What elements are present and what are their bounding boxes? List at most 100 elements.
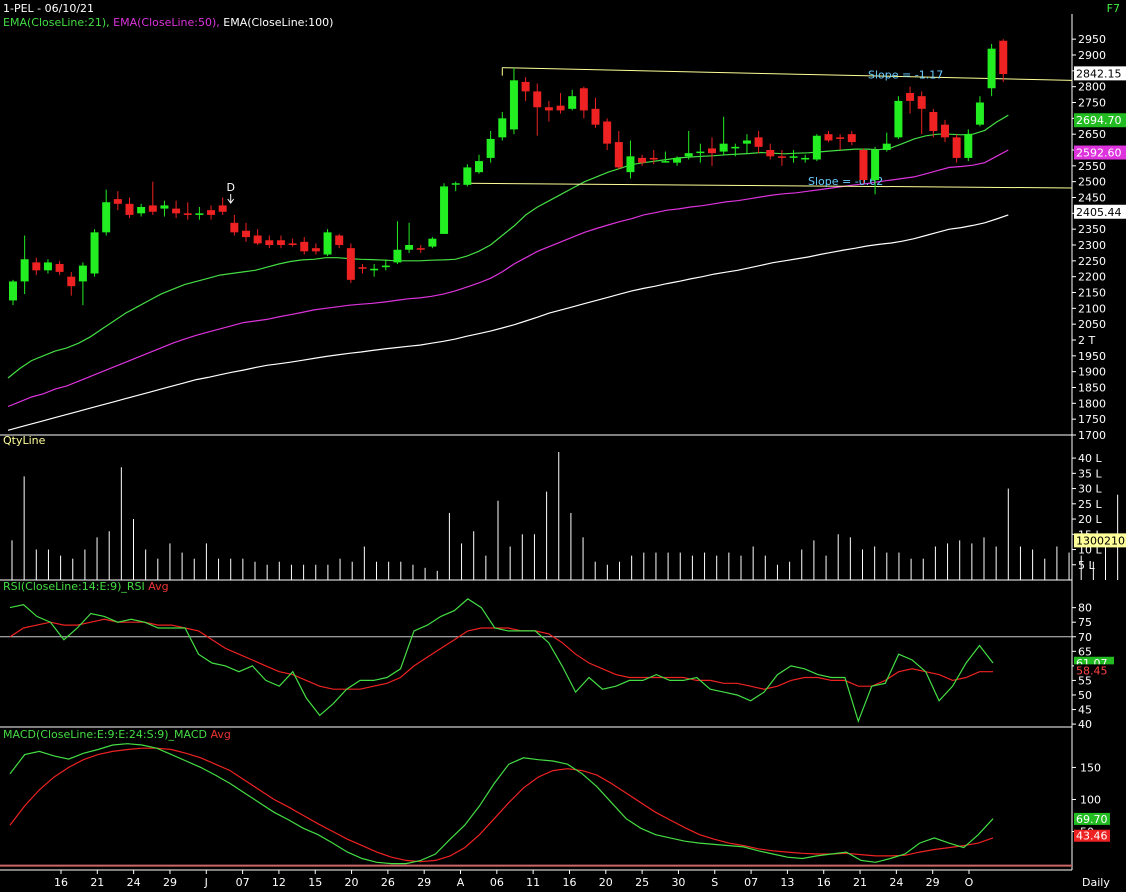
annotation-label: D — [226, 181, 234, 194]
candle-body — [556, 105, 565, 111]
candle-body — [463, 167, 472, 185]
candle-body — [952, 137, 961, 158]
price-tick-label: 1700 — [1078, 429, 1106, 442]
candle-body — [381, 265, 390, 268]
candle-body — [393, 249, 402, 263]
candle-body — [766, 150, 775, 157]
x-tick-label: 07 — [744, 876, 758, 889]
rsi-tick-label: 75 — [1078, 616, 1092, 629]
candle-body — [614, 142, 623, 168]
x-tick-label: 11 — [526, 876, 540, 889]
candle-body — [358, 267, 367, 269]
x-tick-label: 13 — [780, 876, 794, 889]
candle-body — [719, 143, 728, 152]
price-tick-label: 1900 — [1078, 366, 1106, 379]
macd-line — [9, 743, 994, 865]
price-tag: 2694.70 — [1076, 114, 1122, 127]
x-tick-label: J — [204, 876, 208, 889]
candle-body — [207, 210, 216, 215]
rsi-tick-label: 50 — [1078, 689, 1092, 702]
volume-tick-label: 25 L — [1078, 498, 1102, 511]
candle-body — [67, 276, 76, 287]
x-tick-label: O — [965, 876, 974, 889]
candle-body — [964, 134, 973, 158]
price-tick-label: 2250 — [1078, 255, 1106, 268]
candle-body — [242, 230, 250, 238]
candle-body — [265, 240, 274, 245]
candle-body — [218, 205, 227, 212]
rsi-line — [9, 598, 994, 724]
x-tick-label: 07 — [236, 876, 250, 889]
stock-chart[interactable]: 2950290028502800275027002650260025502500… — [0, 0, 1126, 892]
price-tick-label: 2550 — [1078, 160, 1106, 173]
candle-body — [276, 240, 285, 245]
candle-body — [428, 238, 437, 247]
price-tag: 2405.44 — [1076, 206, 1122, 219]
candle-body — [975, 102, 984, 125]
candle-body — [661, 161, 670, 163]
ema21-line — [7, 114, 1009, 379]
price-tick-label: 1800 — [1078, 397, 1106, 410]
x-tick-label: 21 — [853, 876, 867, 889]
x-tick-label: 30 — [671, 876, 685, 889]
candle-body — [824, 134, 833, 141]
candle-body — [137, 207, 146, 214]
candle-body — [172, 208, 181, 214]
candle-body — [335, 235, 344, 245]
candle-body — [941, 124, 949, 138]
candle-body — [626, 156, 635, 173]
candle-body — [323, 232, 332, 255]
price-tick-label: 2300 — [1078, 239, 1106, 252]
rsi-tick-label: 40 — [1078, 718, 1092, 731]
x-tick-label: 12 — [272, 876, 286, 889]
candle-body — [416, 248, 425, 250]
x-tick-label: 24 — [889, 876, 903, 889]
candle-body — [859, 150, 868, 181]
candle-body — [999, 40, 1008, 74]
x-tick-label: 26 — [381, 876, 395, 889]
candle-body — [649, 157, 658, 160]
rsi-tick-label: 45 — [1078, 704, 1092, 717]
x-tick-label: 06 — [490, 876, 504, 889]
candle-body — [102, 202, 111, 233]
candle-body — [160, 205, 169, 209]
price-tick-label: 2150 — [1078, 287, 1106, 300]
price-tick-label: 2900 — [1078, 49, 1106, 62]
candle-body — [300, 241, 309, 252]
candle-body — [20, 259, 29, 282]
x-tick-label: 16 — [54, 876, 68, 889]
candle-body — [486, 138, 495, 158]
candle-body — [125, 203, 134, 215]
macd-signal-line — [9, 747, 994, 863]
x-tick-label: 16 — [817, 876, 831, 889]
x-tick-label: 20 — [599, 876, 613, 889]
trendline — [502, 67, 1073, 81]
rsi-tag: 58.45 — [1076, 664, 1108, 677]
price-tick-label: 1750 — [1078, 413, 1106, 426]
x-tick-label: 20 — [345, 876, 359, 889]
price-tick-label: 2950 — [1078, 33, 1106, 46]
price-tick-label: 2500 — [1078, 176, 1106, 189]
x-tick-label: 15 — [308, 876, 322, 889]
price-tick-label: 2350 — [1078, 223, 1106, 236]
x-tick-label: 29 — [926, 876, 940, 889]
candle-body — [731, 146, 740, 149]
candle-body — [521, 81, 530, 92]
volume-tag: 1300210 — [1076, 534, 1125, 547]
candle-body — [812, 135, 821, 160]
candle-body — [917, 96, 926, 109]
x-tick-label: 21 — [90, 876, 104, 889]
candle-body — [789, 156, 798, 158]
rsi-tick-label: 70 — [1078, 631, 1092, 644]
candle-body — [253, 235, 262, 244]
candle-body — [78, 265, 87, 282]
candle-body — [847, 134, 856, 143]
candle-body — [451, 183, 460, 185]
price-tick-label: 1950 — [1078, 350, 1106, 363]
price-tick-label: 2100 — [1078, 302, 1106, 315]
candle-body — [90, 232, 99, 274]
ema50-line — [7, 149, 1009, 408]
macd-tag: 69.70 — [1076, 813, 1108, 826]
candle-body — [43, 262, 52, 271]
candle-body — [696, 151, 705, 154]
